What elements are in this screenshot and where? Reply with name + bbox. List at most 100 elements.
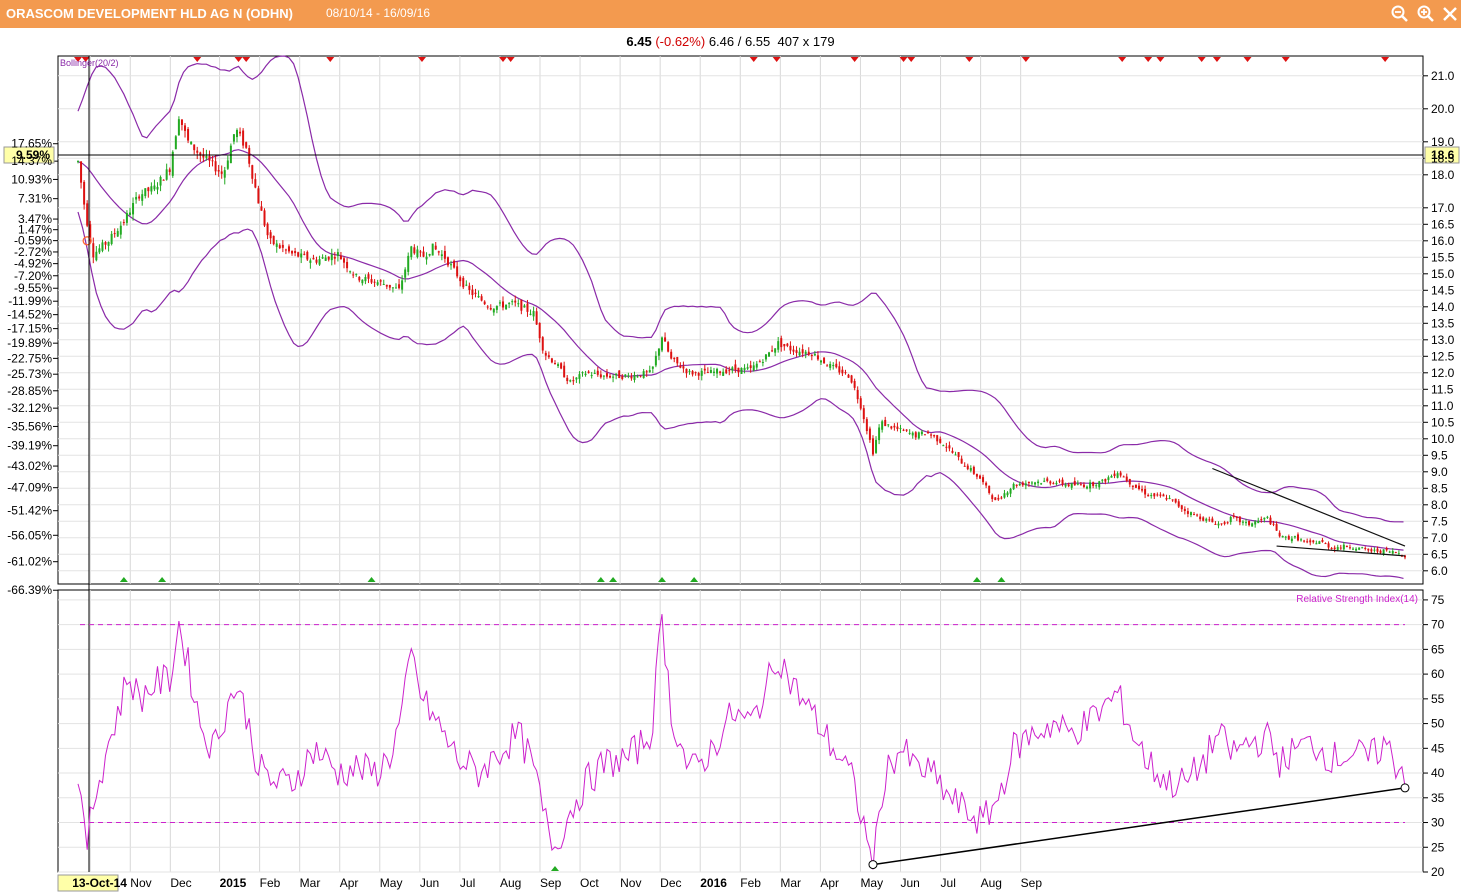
price-tick-label: 15.0 xyxy=(1431,267,1455,281)
rsi-label: Relative Strength Index(14) xyxy=(1296,594,1418,605)
pct-tick-label: -25.73% xyxy=(7,367,52,381)
rsi-trendline-handle[interactable] xyxy=(1400,783,1410,793)
candle-body xyxy=(911,432,914,436)
pct-tick-label: 10.93% xyxy=(11,172,52,186)
x-tick-label: Feb xyxy=(740,876,761,890)
candle-body xyxy=(975,473,978,477)
candle-body xyxy=(758,361,761,363)
candle-body xyxy=(401,280,404,290)
candle-body xyxy=(520,299,523,311)
x-tick-label: Mar xyxy=(780,876,801,890)
candle-body xyxy=(657,348,660,356)
price-tick-label: 12.5 xyxy=(1431,349,1455,363)
candle-body xyxy=(755,363,758,368)
candle-body xyxy=(428,253,431,256)
candle-body xyxy=(890,426,893,429)
candle-body xyxy=(471,289,474,296)
candle-body xyxy=(544,352,547,356)
candle-body xyxy=(1082,484,1085,487)
candle-body xyxy=(1113,473,1116,477)
candle-body xyxy=(994,497,997,501)
x-tick-label: Jun xyxy=(420,876,439,890)
candle-body xyxy=(618,370,621,379)
candle-body xyxy=(1205,518,1208,521)
rsi-tick-label: 55 xyxy=(1431,692,1445,706)
rsi-line xyxy=(77,614,1406,870)
pct-tick-label: -11.99% xyxy=(8,294,52,308)
candle-body xyxy=(315,259,318,263)
candle-body xyxy=(425,256,428,260)
candle-body xyxy=(1144,489,1147,495)
candle-body xyxy=(642,371,645,378)
candle-body xyxy=(1015,484,1018,486)
candle-body xyxy=(1263,517,1266,520)
candle-body xyxy=(972,466,975,474)
candle-body xyxy=(502,301,505,308)
candle-body xyxy=(676,357,679,364)
candle-body xyxy=(871,438,874,455)
candle-body xyxy=(309,260,312,263)
candle-body xyxy=(862,408,865,420)
candle-body xyxy=(168,169,171,173)
pct-tick-label: -61.02% xyxy=(7,555,52,569)
candle-body xyxy=(339,255,342,260)
candle-body xyxy=(248,147,251,164)
candle-body xyxy=(1049,481,1052,484)
buy-signal-marker xyxy=(609,577,618,582)
candle-body xyxy=(1278,532,1281,537)
candle-body xyxy=(1272,523,1275,525)
candle-body xyxy=(450,264,453,266)
candle-body xyxy=(661,337,664,351)
rsi-trendline[interactable] xyxy=(872,787,1406,866)
price-trendline[interactable] xyxy=(1212,467,1406,547)
candle-body xyxy=(621,376,624,379)
candle-body xyxy=(297,252,300,257)
candle-body xyxy=(798,351,801,356)
candle-body xyxy=(914,432,917,438)
x-tick-label: May xyxy=(380,876,403,890)
candle-body xyxy=(1177,501,1180,507)
candle-body xyxy=(933,435,936,437)
candle-body xyxy=(135,196,138,200)
candle-body xyxy=(1086,486,1089,489)
candle-body xyxy=(1098,481,1101,488)
x-tick-label: Dec xyxy=(170,876,191,890)
x-tick-label: Apr xyxy=(820,876,839,890)
candle-body xyxy=(819,360,822,363)
price-and-rsi-chart[interactable]: 9.59% 18.6 13-Oct-14 Nov Dec 2015 Feb Mar Apr Ma… xyxy=(0,0,1461,893)
candle-body xyxy=(379,280,382,282)
candle-body xyxy=(792,349,795,352)
candle-body xyxy=(612,376,615,378)
candle-body xyxy=(77,161,79,163)
candle-body xyxy=(829,364,832,368)
candle-body xyxy=(982,477,985,483)
candle-body xyxy=(1290,538,1293,542)
candle-body xyxy=(410,246,413,258)
candle-body xyxy=(318,259,321,265)
candle-body xyxy=(826,365,829,367)
candle-body xyxy=(162,179,165,181)
candle-body xyxy=(159,176,162,186)
candle-body xyxy=(706,372,709,374)
price-tick-label: 10.5 xyxy=(1431,415,1455,429)
sell-signal-marker xyxy=(1243,57,1252,62)
candle-body xyxy=(446,257,449,266)
candle-body xyxy=(1137,485,1140,490)
pct-tick-label: -35.56% xyxy=(7,419,52,433)
candle-body xyxy=(868,428,871,440)
candle-body xyxy=(749,365,752,369)
rsi-tick-label: 35 xyxy=(1431,791,1445,805)
candle-body xyxy=(856,389,859,400)
candle-body xyxy=(223,170,226,178)
rsi-trendline-handle[interactable] xyxy=(868,860,878,870)
candle-body xyxy=(358,276,361,281)
pct-tick-label: 17.65% xyxy=(11,137,52,151)
candle-body xyxy=(1287,536,1290,540)
candle-body xyxy=(1027,481,1030,484)
candle-body xyxy=(1165,497,1168,500)
candle-body xyxy=(553,363,556,365)
pct-tick-label: -14.52% xyxy=(7,308,52,322)
candle-body xyxy=(807,351,810,355)
candle-body xyxy=(1052,483,1055,485)
candle-body xyxy=(599,374,602,378)
